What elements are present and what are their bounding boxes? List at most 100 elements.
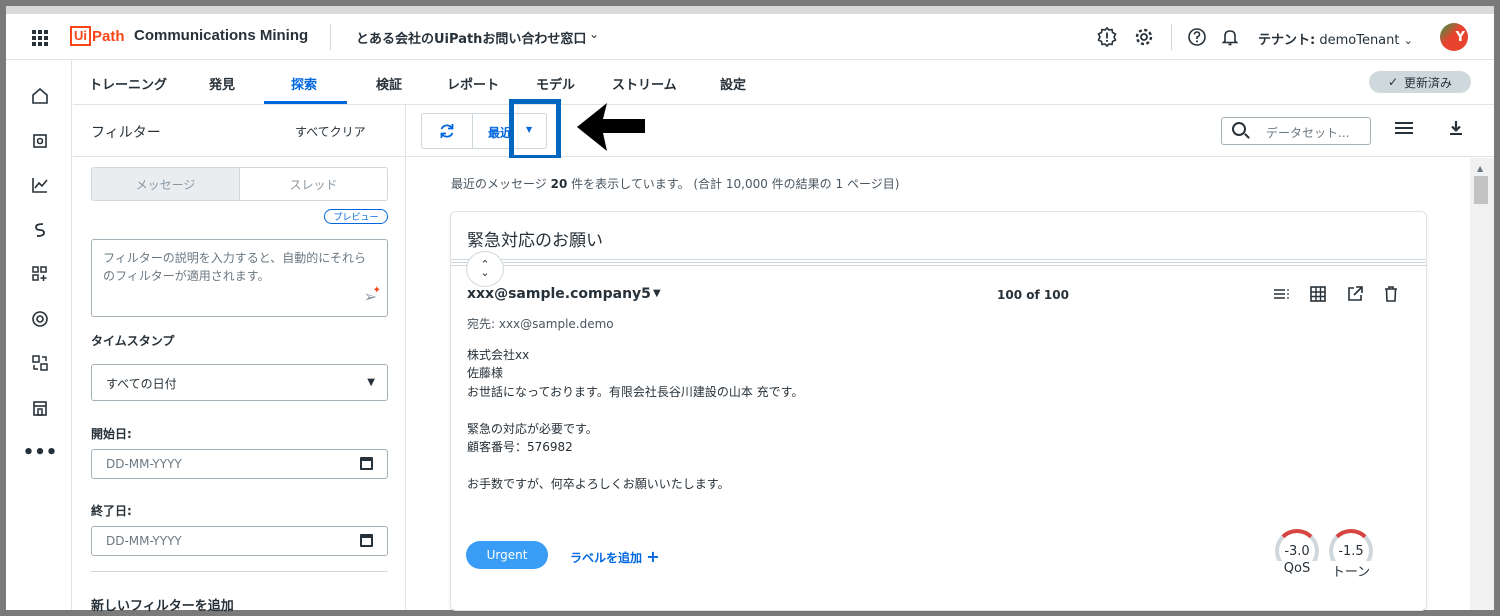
label-urgent[interactable]: Urgent	[466, 541, 548, 569]
annotation-arrow-icon	[577, 103, 645, 151]
qos-gauge: -3.0 QoS	[1274, 529, 1320, 576]
gear-icon[interactable]	[1133, 26, 1155, 48]
tab-discover[interactable]: 発見	[209, 74, 235, 93]
plus-icon: +	[646, 547, 660, 566]
alert-icon[interactable]	[1096, 26, 1118, 48]
add-label-button[interactable]: ラベルを追加 +	[570, 547, 660, 566]
avatar[interactable]: Y	[1440, 23, 1468, 51]
filter-description-placeholder: フィルターの説明を入力すると、自動的にそれらのフィルターが適用されます。	[103, 251, 367, 283]
summary-count: 20	[550, 177, 568, 191]
download-icon[interactable]	[1447, 119, 1465, 142]
filter-title: フィルター	[91, 125, 161, 141]
header-divider-2	[1171, 24, 1172, 50]
tab-models[interactable]: モデル	[536, 74, 575, 93]
results-summary: 最近のメッセージ 20 件を表示しています。 (合計 10,000 件の結果の …	[451, 175, 899, 192]
tab-reports[interactable]: レポート	[447, 74, 499, 93]
segment-messages[interactable]: メッセージ	[92, 168, 240, 200]
search-icon	[1232, 122, 1246, 136]
chart-icon[interactable]	[30, 175, 50, 195]
chevron-down-icon[interactable]: ⌄	[589, 27, 599, 41]
add-label-text: ラベルを追加	[570, 551, 643, 565]
results-content: 最近のメッセージ 20 件を表示しています。 (合計 10,000 件の結果の …	[407, 158, 1467, 611]
timestamp-label: タイムスタンプ	[91, 334, 175, 348]
status-badge-label: 更新済み	[1404, 75, 1453, 90]
start-date-placeholder: DD-MM-YYYY	[106, 457, 182, 471]
flow-icon[interactable]	[30, 220, 50, 240]
calendar-icon[interactable]	[360, 534, 373, 547]
message-card: 緊急対応のお願い ⌃ ⌄ xxx@sample.company5 ▼ 100 of…	[450, 211, 1427, 611]
tone-gauge-label: トーン	[1328, 561, 1374, 580]
tenant-label: テナント:	[1258, 33, 1316, 48]
refresh-icon	[440, 124, 454, 138]
apps-icon[interactable]	[32, 30, 48, 46]
divider	[91, 571, 388, 572]
message-thread-toggle: メッセージ スレッド	[91, 167, 388, 201]
tenant-selector[interactable]: テナント: demoTenant ⌄	[1258, 29, 1413, 48]
message-subject: 緊急対応のお願い	[467, 231, 603, 251]
segment-threads[interactable]: スレッド	[240, 168, 387, 200]
summary-prefix: 最近のメッセージ	[451, 177, 547, 191]
delete-icon[interactable]	[1381, 284, 1401, 304]
start-date-label: 開始日:	[91, 427, 132, 441]
scroll-thumb[interactable]	[1474, 176, 1488, 204]
list-details-icon[interactable]	[1271, 284, 1291, 304]
add-filter-button[interactable]: 新しいフィルターを追加	[91, 595, 234, 614]
filter-header: フィルター すべてクリア	[73, 105, 406, 157]
list-view-icon[interactable]	[1395, 122, 1413, 137]
content-scrollbar[interactable]: ▲	[1470, 158, 1494, 610]
summary-suffix: 件を表示しています。 (合計 10,000 件の結果の 1 ページ目)	[571, 177, 900, 191]
window-top-border	[6, 6, 1494, 14]
add-widget-icon[interactable]	[30, 264, 50, 284]
table-icon[interactable]	[1308, 284, 1328, 304]
tenant-value: demoTenant	[1319, 33, 1400, 48]
expand-thread-button[interactable]: ⌃ ⌄	[466, 251, 504, 287]
open-external-icon[interactable]	[1345, 284, 1365, 304]
tab-validate[interactable]: 検証	[376, 74, 402, 93]
help-icon[interactable]	[1186, 26, 1208, 48]
store-icon[interactable]	[30, 398, 50, 418]
clear-all-button[interactable]: すべてクリア	[295, 123, 366, 140]
more-icon[interactable]: •••	[23, 442, 58, 463]
chevron-down-icon: ⌄	[1403, 34, 1413, 47]
end-date-input[interactable]: DD-MM-YYYY	[91, 526, 388, 556]
timestamp-select[interactable]: すべての日付 ▼	[91, 364, 388, 401]
start-date-input[interactable]: DD-MM-YYYY	[91, 449, 388, 479]
tab-settings[interactable]: 設定	[720, 74, 746, 93]
dataset-search-input[interactable]: データセット...	[1221, 117, 1371, 145]
tab-training[interactable]: トレーニング	[89, 74, 167, 93]
expand-collapse-icon: ⌃ ⌄	[480, 258, 490, 279]
left-nav-rail: •••	[6, 60, 72, 610]
logo-path-text: Path	[92, 27, 125, 45]
annotation-highlight-box	[509, 99, 561, 160]
stream-icon[interactable]	[30, 309, 50, 329]
sender-address[interactable]: xxx@sample.company5	[467, 286, 651, 302]
project-selector[interactable]: とある会社のUiPathお問い合わせ窓口	[356, 28, 586, 47]
sync-icon[interactable]	[30, 353, 50, 373]
caret-down-icon: ▼	[367, 377, 375, 388]
message-body: 株式会社xx 佐藤様 お世話になっております。有限会社長谷川建設の山本 充です。…	[467, 348, 804, 491]
filter-description-input[interactable]: フィルターの説明を入力すると、自動的にそれらのフィルターが適用されます。 ➢ ✦	[91, 239, 388, 317]
search-placeholder: データセット...	[1266, 126, 1350, 140]
send-sparkle-icon[interactable]: ➢ ✦	[364, 285, 381, 306]
home-icon[interactable]	[30, 86, 50, 106]
uipath-logo[interactable]: Ui Path	[70, 26, 125, 46]
top-header: Ui Path Communications Mining とある会社のUiPa…	[6, 14, 1494, 60]
scroll-up-icon[interactable]: ▲	[1477, 164, 1483, 173]
tone-gauge: -1.5 トーン	[1328, 529, 1374, 580]
results-toolbar: 最近 ▼ データセット...	[407, 99, 1494, 160]
label-icon[interactable]	[30, 131, 50, 151]
calendar-icon[interactable]	[360, 457, 373, 470]
main-tabs: トレーニング 発見 探索 検証 レポート モデル ストリーム 設定 ✓ 更新済み	[73, 60, 1494, 105]
tab-streams[interactable]: ストリーム	[612, 74, 677, 93]
recipient-line: 宛先: xxx@sample.demo	[467, 317, 614, 331]
header-divider	[330, 24, 331, 50]
caret-down-icon[interactable]: ▼	[653, 288, 661, 299]
refresh-button[interactable]	[421, 113, 473, 149]
bell-icon[interactable]	[1219, 26, 1241, 48]
end-date-label: 終了日:	[91, 504, 132, 518]
qos-gauge-label: QoS	[1274, 561, 1320, 576]
tab-explore[interactable]: 探索	[291, 74, 317, 93]
filter-panel: フィルター すべてクリア メッセージ スレッド プレビュー フィルターの説明を入…	[73, 105, 406, 614]
message-counter: 100 of 100	[997, 288, 1069, 302]
logo-ui-text: Ui	[70, 26, 91, 46]
